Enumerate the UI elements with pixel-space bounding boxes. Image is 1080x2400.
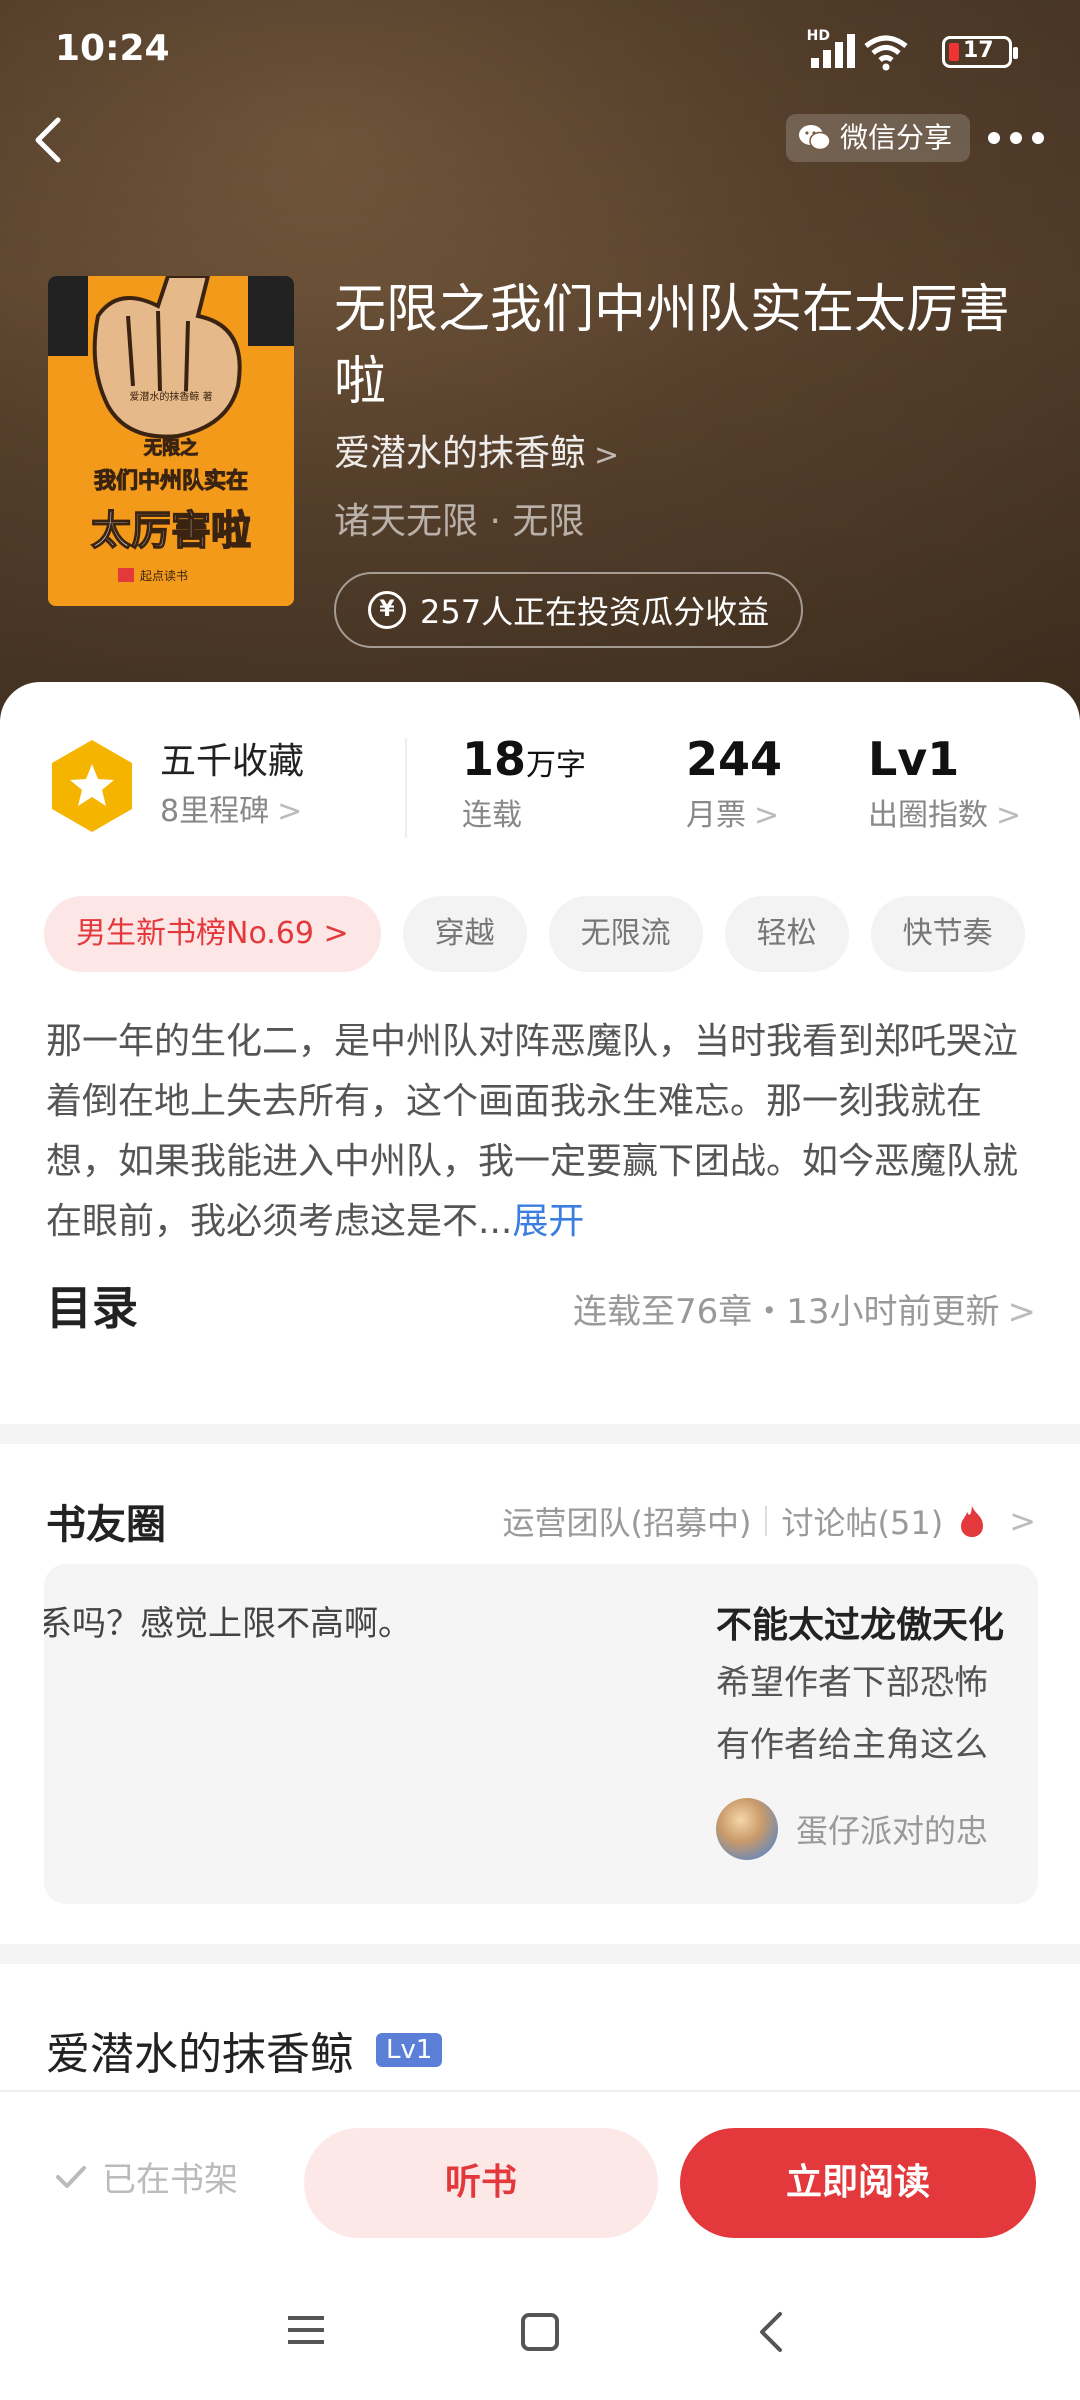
chevron-right-icon[interactable]: > — [1009, 1502, 1036, 1540]
collection-milestone[interactable]: 五千收藏 — [160, 732, 304, 784]
section-divider — [0, 1944, 1080, 1964]
stats-row: 五千收藏 8里程碑 > 18万字 连载 244 月票 > Lv1 出圈指数 > — [0, 732, 1080, 852]
back-icon[interactable] — [754, 2310, 790, 2354]
battery-icon: 17 — [942, 36, 1018, 68]
cover-publisher: 起点读书 — [140, 569, 188, 583]
section-divider — [0, 1424, 1080, 1444]
listen-button[interactable]: 听书 — [304, 2128, 658, 2238]
post-line: 希望作者下部恐怖 — [716, 1663, 988, 1703]
author-name: 爱潜水的抹香鲸 — [334, 433, 587, 474]
invest-button[interactable]: ¥ 257人正在投资瓜分收益 — [334, 572, 804, 648]
monthly-tickets[interactable]: 244 月票 > — [686, 732, 782, 834]
ops-team-link[interactable]: 运营团队(招募中) — [503, 1498, 752, 1544]
tag-item[interactable]: 穿越 — [402, 896, 527, 972]
tag-item[interactable]: 快节奏 — [870, 896, 1025, 972]
wifi-icon — [864, 35, 908, 71]
battery-level: 17 — [963, 38, 994, 63]
toc-status: 连载至76章・13小时前更新 > — [572, 1292, 1037, 1332]
chevron-right-icon: > — [996, 798, 1022, 833]
star-badge-icon[interactable] — [48, 738, 136, 834]
book-circle-header: 书友圈 运营团队(招募中) 讨论帖(51) > — [46, 1492, 1036, 1552]
author-link[interactable]: 爱潜水的抹香鲸 > — [334, 424, 619, 476]
cover-illustration: 爱潜水的抹香鲸 著 无限之 我们中州队实在 太厉害啦 起点读书 — [48, 276, 294, 606]
on-shelf-indicator: 已在书架 — [54, 2152, 238, 2201]
wechat-icon — [799, 125, 831, 151]
book-description[interactable]: 那一年的生化二，是中州队对阵恶魔队，当时我看到郑吒哭泣着倒在地上失去所有，这个画… — [46, 1012, 1036, 1252]
popularity-index[interactable]: Lv1 出圈指数 > — [868, 732, 1021, 834]
divider — [765, 1506, 768, 1536]
wechat-share-button[interactable]: 微信分享 — [786, 114, 971, 162]
chevron-right-icon: > — [1007, 1292, 1037, 1332]
read-now-button[interactable]: 立即阅读 — [680, 2128, 1036, 2238]
detail-card: 五千收藏 8里程碑 > 18万字 连载 244 月票 > Lv1 出圈指数 > 男生新… — [0, 682, 1080, 2102]
chevron-right-icon: > — [277, 794, 303, 829]
toc-title: 目录 — [46, 1281, 138, 1335]
post-user[interactable]: 蛋仔派对的忠 — [716, 1798, 1038, 1860]
home-icon[interactable] — [518, 2310, 562, 2354]
book-title: 无限之我们中州队实在太厉害啦 — [334, 280, 1011, 412]
chevron-right-icon: > — [594, 438, 620, 473]
post-card[interactable]: 不能太过龙傲天化 希望作者下部恐怖 有作者给主角这么 蛋仔派对的忠 — [716, 1596, 1038, 1860]
circle-title: 书友圈 — [46, 1502, 166, 1548]
tag-list: 男生新书榜No.69 > 穿越 无限流 轻松 快节奏 — [44, 896, 1080, 976]
table-of-contents[interactable]: 目录 连载至76章・13小时前更新 > — [46, 1272, 1036, 1342]
chevron-right-icon: > — [754, 798, 780, 833]
tag-item[interactable]: 轻松 — [724, 896, 849, 972]
expand-link[interactable]: 展开 — [512, 1201, 584, 1242]
back-arrow-icon[interactable] — [28, 112, 68, 168]
post-carousel[interactable]: 关系吗？感觉上限不高啊。 不能太过龙傲天化 希望作者下部恐怖 有作者给主角这么 … — [44, 1564, 1038, 1904]
status-bar: 10:24 HD 17 — [0, 0, 1080, 100]
tag-item[interactable]: 无限流 — [548, 896, 703, 972]
author-section-name: 爱潜水的抹香鲸 — [46, 2029, 354, 2080]
word-count: 18万字 连载 — [462, 732, 587, 833]
divider — [405, 738, 407, 838]
cover-line2: 我们中州队实在 — [94, 468, 248, 494]
rank-tag[interactable]: 男生新书榜No.69 > — [44, 896, 381, 972]
cover-line1: 无限之 — [144, 437, 198, 459]
cover-author: 爱潜水的抹香鲸 著 — [129, 390, 212, 403]
author-level-badge: Lv1 — [376, 2033, 443, 2067]
menu-icon[interactable] — [284, 2310, 328, 2350]
post-username: 蛋仔派对的忠 — [796, 1812, 989, 1850]
checkmark-icon — [56, 2165, 86, 2188]
status-time: 10:24 — [55, 28, 170, 69]
post-line: 有作者给主角这么 — [716, 1725, 988, 1765]
avatar — [716, 1798, 778, 1860]
book-genre: 诸天无限 · 无限 — [334, 501, 585, 542]
author-section[interactable]: 爱潜水的抹香鲸 Lv1 — [46, 2018, 443, 2082]
share-label: 微信分享 — [840, 121, 953, 154]
discussions-link[interactable]: 讨论帖(51) — [781, 1498, 943, 1544]
action-bar: 已在书架 听书 立即阅读 — [0, 2090, 1080, 2270]
invest-text: 257人正在投资瓜分收益 — [420, 593, 770, 631]
fire-icon — [961, 1506, 984, 1537]
more-options-icon[interactable] — [988, 132, 1044, 144]
book-cover[interactable]: 爱潜水的抹香鲸 著 无限之 我们中州队实在 太厉害啦 起点读书 — [48, 276, 294, 606]
signal-icon — [811, 34, 855, 68]
post-snippet[interactable]: 关系吗？感觉上限不高啊。 — [44, 1596, 412, 1645]
system-nav-bar — [0, 2270, 1080, 2400]
milestone-count[interactable]: 8里程碑 > — [160, 786, 302, 830]
cover-line3: 太厉害啦 — [91, 508, 251, 554]
post-title: 不能太过龙傲天化 — [716, 1605, 1005, 1646]
yuan-coin-icon: ¥ — [368, 591, 406, 629]
